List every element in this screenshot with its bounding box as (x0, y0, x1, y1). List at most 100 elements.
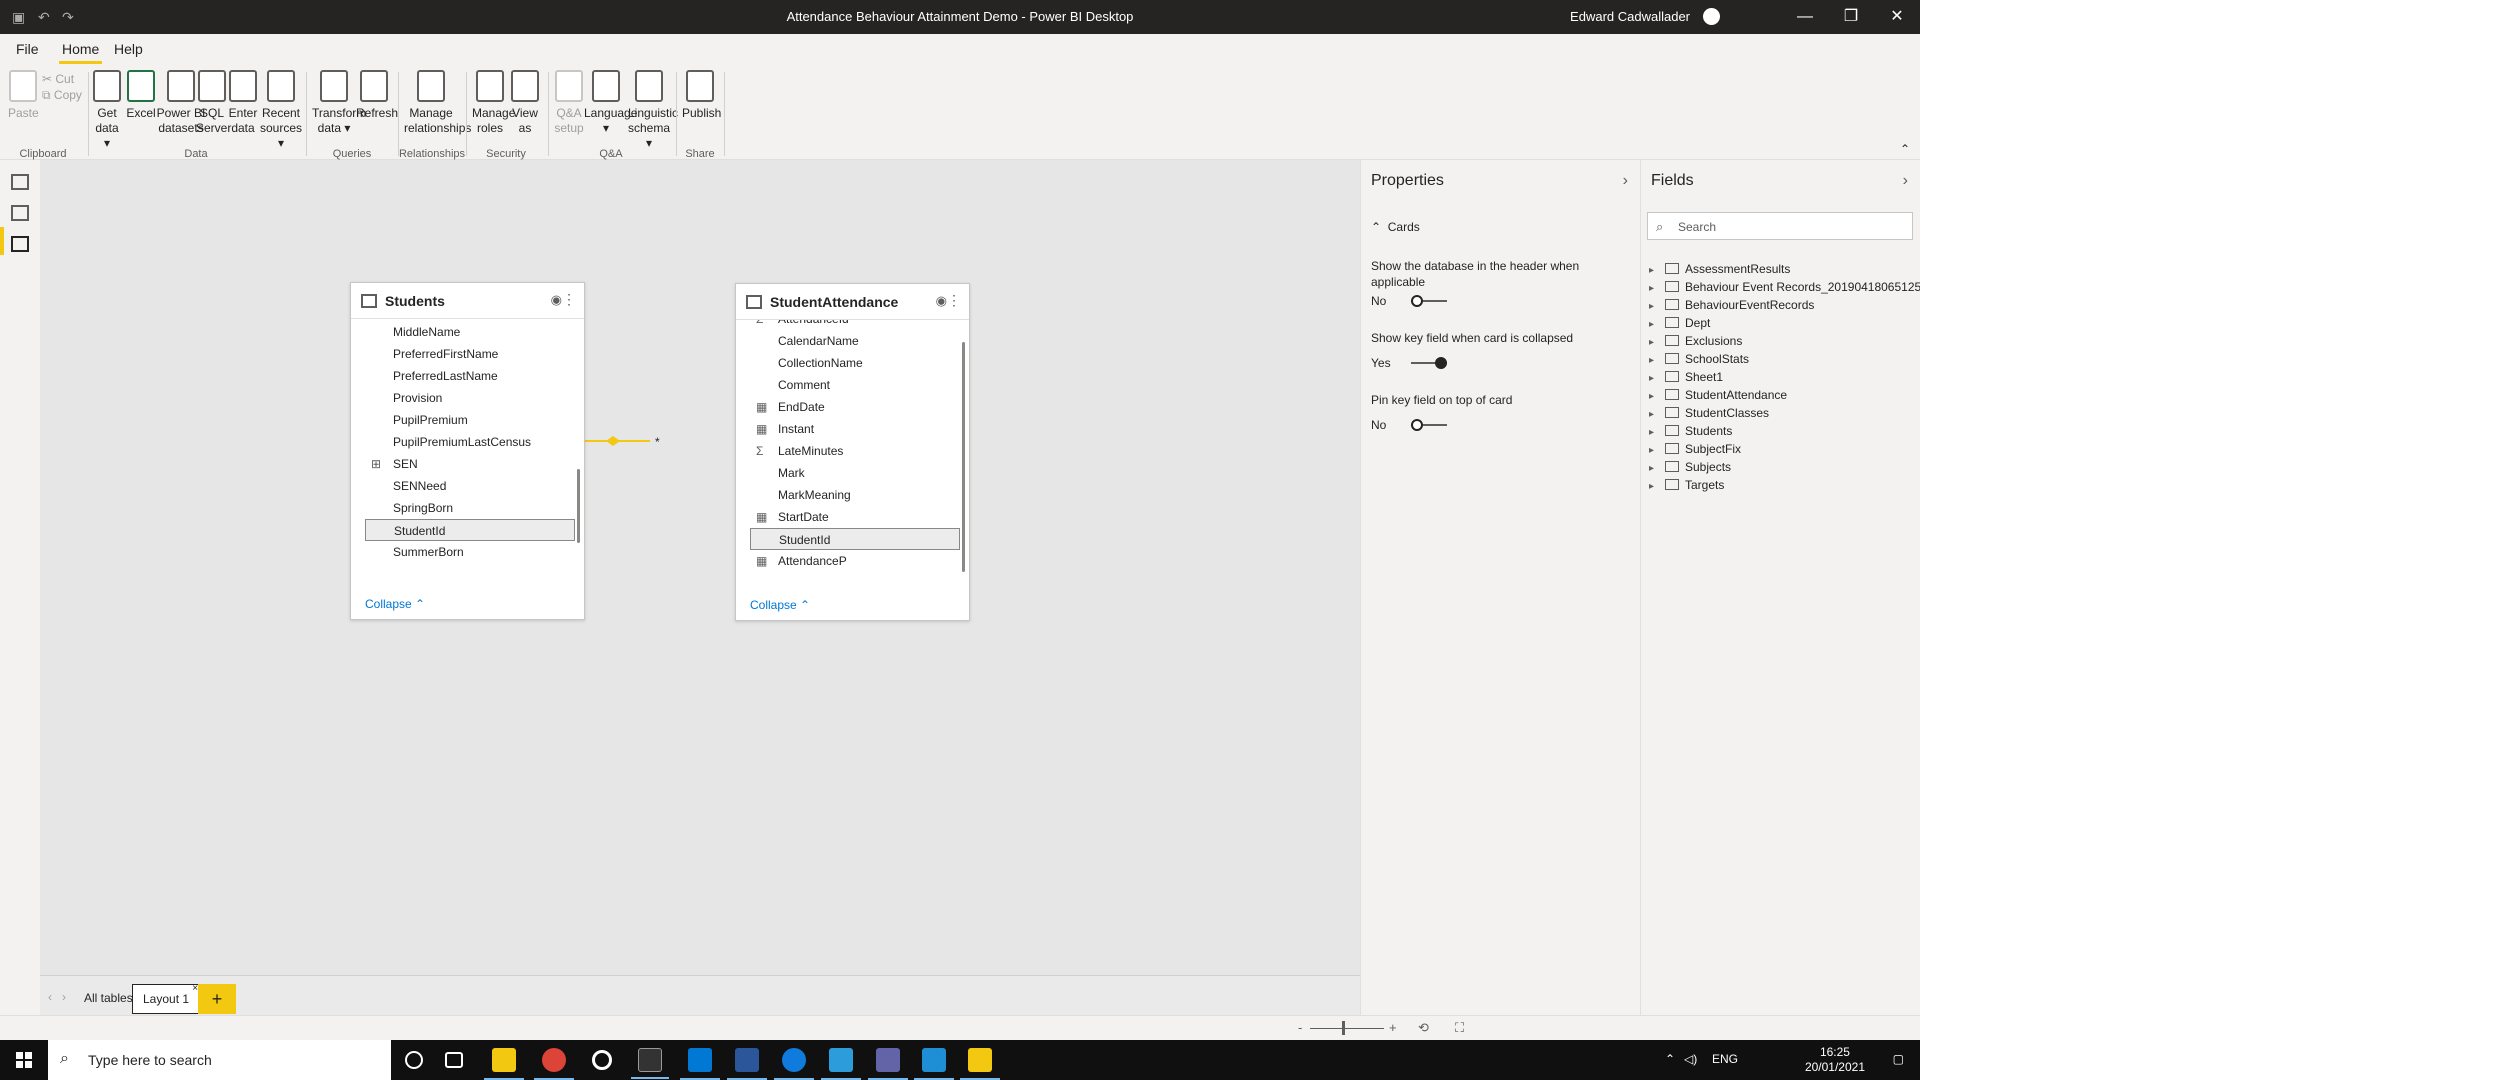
field-row[interactable]: StudentId (750, 528, 960, 550)
zoom-in-icon[interactable]: + (1389, 1020, 1397, 1035)
data-view-icon[interactable] (11, 205, 29, 221)
minimize-button[interactable]: — (1782, 4, 1828, 30)
field-row[interactable]: MiddleName (365, 321, 575, 343)
toggle-switch[interactable] (1411, 295, 1447, 307)
field-row[interactable]: ▦ AttendanceP (750, 550, 960, 572)
power-bi-taskbar-icon[interactable] (960, 1048, 1000, 1080)
restore-button[interactable]: ❐ (1828, 4, 1874, 30)
scrollbar-thumb[interactable] (962, 342, 965, 572)
azure-data-studio-icon[interactable] (821, 1048, 861, 1080)
cut-button[interactable]: ✂ Cut (42, 72, 74, 86)
tray-chevron-icon[interactable]: ⌃ (1665, 1052, 1675, 1066)
excel-button[interactable]: Excel (126, 70, 156, 121)
edge-icon[interactable] (774, 1048, 814, 1080)
view-as-button[interactable]: View as (510, 70, 540, 136)
toggle-show-key-field[interactable]: Yes (1371, 356, 1447, 370)
more-options-icon[interactable]: ⋮ (947, 292, 961, 309)
collapse-link[interactable]: Collapse ⌃ (365, 597, 425, 611)
toggle-switch[interactable] (1411, 357, 1447, 369)
field-row[interactable]: ▦ Instant (750, 418, 960, 440)
user-name[interactable]: Edward Cadwallader (1570, 9, 1690, 24)
collapse-pane-icon[interactable]: › (1903, 172, 1908, 190)
field-row[interactable]: Σ AttendanceId (750, 320, 960, 330)
language-button[interactable]: Language ▾ (584, 70, 637, 136)
publish-button[interactable]: Publish (682, 70, 721, 121)
manage-roles-button[interactable]: Manage roles (472, 70, 515, 136)
toggle-switch[interactable] (1411, 419, 1447, 431)
relationship-line[interactable] (40, 160, 1360, 975)
tab-home[interactable]: Home (58, 41, 103, 64)
taskbar-search[interactable]: ⌕ Type here to search (48, 1040, 391, 1080)
volume-icon[interactable]: ◁) (1684, 1052, 1697, 1066)
field-row[interactable]: PreferredLastName (365, 365, 575, 387)
field-row[interactable]: SummerBorn (365, 541, 575, 563)
field-row[interactable]: Provision (365, 387, 575, 409)
field-row[interactable]: Mark (750, 462, 960, 484)
cortana-icon[interactable] (405, 1051, 423, 1069)
vscode-icon[interactable] (680, 1048, 720, 1080)
toggle-show-database[interactable]: No (1371, 294, 1447, 308)
scrollbar-thumb[interactable] (577, 469, 580, 543)
report-view-icon[interactable] (11, 174, 29, 190)
field-row[interactable]: Σ LateMinutes (750, 440, 960, 462)
table-list-item[interactable]: ▸ Targets (1649, 474, 1724, 496)
field-row[interactable]: Comment (750, 374, 960, 396)
collapse-pane-icon[interactable]: › (1623, 172, 1628, 190)
collapse-ribbon-icon[interactable]: ⌃ (1900, 142, 1910, 156)
field-row[interactable]: ▦ StartDate (750, 506, 960, 528)
avatar[interactable] (1703, 8, 1720, 25)
fullscreen-icon[interactable]: ⛶ (1455, 1020, 1464, 1036)
chevron-right-icon[interactable]: ▸ (1649, 476, 1661, 498)
notifications-icon[interactable]: ▢ (1893, 1052, 1904, 1066)
field-row[interactable]: SENNeed (365, 475, 575, 497)
section-cards[interactable]: ⌃ Cards (1371, 220, 1420, 234)
model-canvas[interactable]: 1 * Students ◉ ⋮ MiddleNamePreferredFirs… (40, 160, 1360, 975)
tab-help[interactable]: Help (114, 41, 143, 57)
remote-desktop-icon[interactable] (914, 1048, 954, 1080)
field-row[interactable]: PreferredFirstName (365, 343, 575, 365)
field-row[interactable]: MarkMeaning (750, 484, 960, 506)
transform-data-button[interactable]: Transform data ▾ (312, 70, 366, 136)
tab-layout-1[interactable]: Layout 1 × (132, 983, 201, 1014)
field-row[interactable]: CollectionName (750, 352, 960, 374)
clock[interactable]: 16:25 20/01/2021 (1805, 1045, 1865, 1075)
language-indicator[interactable]: ENG (1712, 1052, 1738, 1066)
recent-sources-button[interactable]: Recent sources ▾ (258, 70, 304, 151)
field-row[interactable]: PupilPremium (365, 409, 575, 431)
zoom-slider[interactable] (1310, 1028, 1384, 1029)
field-row[interactable]: StudentId (365, 519, 575, 541)
get-data-button[interactable]: Get data ▾ (92, 70, 122, 151)
zoom-out-icon[interactable]: - (1298, 1020, 1302, 1035)
word-icon[interactable] (727, 1048, 767, 1080)
visibility-icon[interactable]: ◉ (551, 292, 562, 308)
prev-page-icon[interactable]: ‹ (48, 990, 52, 1004)
field-row[interactable]: PupilPremiumLastCensus (365, 431, 575, 453)
table-card-studentattendance[interactable]: StudentAttendance ◉ ⋮ Σ AttendanceId Calen… (735, 283, 970, 621)
card-header[interactable]: Students ◉ ⋮ (351, 283, 584, 319)
refresh-button[interactable]: Refresh (356, 70, 398, 121)
zoom-slider-thumb[interactable] (1342, 1021, 1345, 1035)
enter-data-button[interactable]: Enter data (227, 70, 259, 136)
more-options-icon[interactable]: ⋮ (562, 291, 576, 308)
field-row[interactable]: ▦ EndDate (750, 396, 960, 418)
add-layout-button[interactable]: + (198, 984, 236, 1014)
field-row[interactable]: ⊞ SEN (365, 453, 575, 475)
field-row[interactable]: CalendarName (750, 330, 960, 352)
teams-icon[interactable] (868, 1048, 908, 1080)
qa-setup-button[interactable]: Q&A setup (554, 70, 584, 136)
sql-server-button[interactable]: SQL Server (196, 70, 231, 136)
card-header[interactable]: StudentAttendance ◉ ⋮ (736, 284, 969, 320)
next-page-icon[interactable]: › (62, 990, 66, 1004)
task-view-icon[interactable] (445, 1052, 463, 1068)
field-row[interactable]: SpringBorn (365, 497, 575, 519)
table-card-students[interactable]: Students ◉ ⋮ MiddleName PreferredFirstNam… (350, 282, 585, 620)
settings-icon[interactable] (592, 1050, 612, 1070)
windows-start-icon[interactable] (16, 1052, 32, 1068)
search-input[interactable]: ⌕ Search (1647, 212, 1913, 240)
linguistic-schema-button[interactable]: Linguistic schema ▾ (628, 70, 678, 151)
close-button[interactable]: ✕ (1874, 4, 1920, 30)
file-explorer-icon[interactable] (484, 1048, 524, 1080)
chrome-icon[interactable] (534, 1048, 574, 1080)
collapse-link[interactable]: Collapse ⌃ (750, 598, 810, 612)
paste-button[interactable]: Paste (8, 70, 39, 121)
